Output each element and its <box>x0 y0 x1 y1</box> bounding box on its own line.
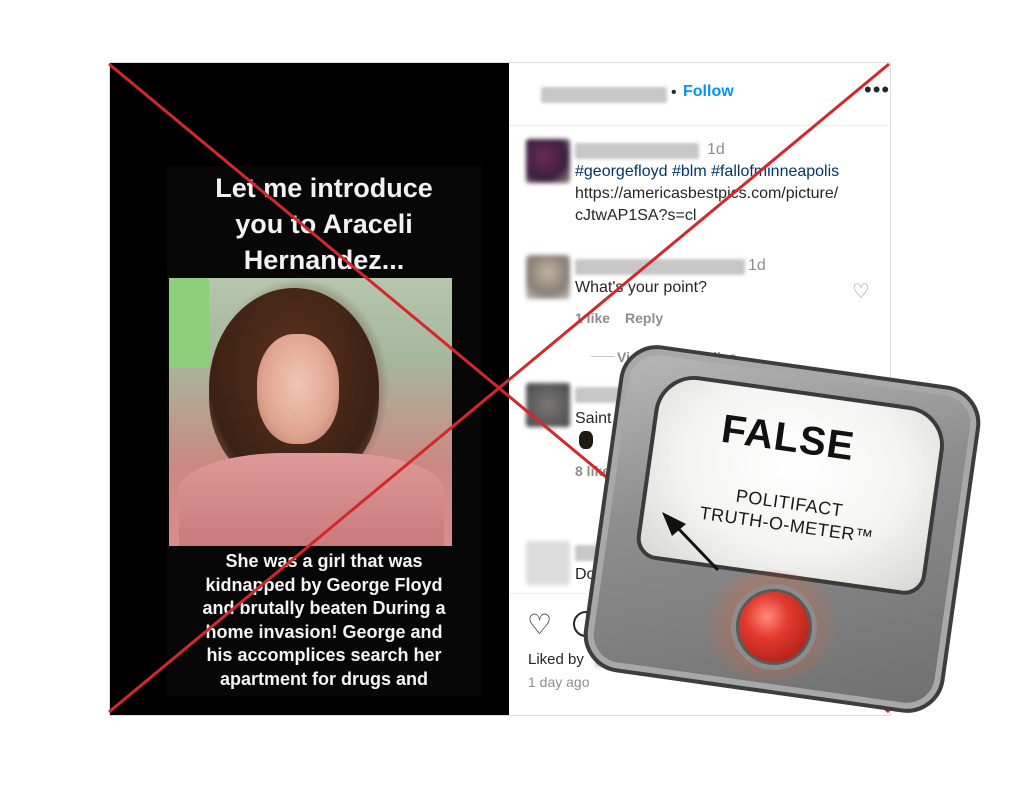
avatar[interactable] <box>526 541 570 585</box>
comment-likes[interactable]: 1 like <box>575 310 610 326</box>
story-caption: She was a girl that was kidnapped by Geo… <box>202 551 446 689</box>
photo-face <box>257 334 339 444</box>
story-photo <box>169 278 452 546</box>
comment-text: What's your point? <box>575 279 708 296</box>
follow-button[interactable]: Follow <box>683 83 734 101</box>
caption-link: https://americasbestpics.com/picture/ cJ… <box>575 185 839 224</box>
story-headline: Let me introduce you to Araceli Hernande… <box>215 173 433 275</box>
photo-background <box>169 278 209 368</box>
caption-text: #georgefloyd #blm #fallofminneapolis htt… <box>575 161 885 227</box>
heart-icon[interactable]: ♡ <box>527 611 552 639</box>
comment-time: 1d <box>748 257 766 274</box>
post-header: • Follow ••• <box>509 63 890 126</box>
liked-by-label: Liked by <box>528 651 584 668</box>
meter-red-button <box>736 589 812 665</box>
reply-button[interactable]: Reply <box>625 310 663 326</box>
avatar[interactable] <box>526 383 570 427</box>
story-image: Let me introduce you to Araceli Hernande… <box>167 166 481 696</box>
avatar[interactable] <box>526 255 570 299</box>
comment-time: 1d <box>707 141 725 158</box>
header-separator: • <box>671 84 677 101</box>
truth-o-meter: FALSE POLITIFACT TRUTH-O-METER™ <box>578 340 986 718</box>
replies-divider <box>591 356 615 357</box>
avatar[interactable] <box>526 139 570 183</box>
post-age: 1 day ago <box>528 674 590 690</box>
username-redacted[interactable] <box>541 87 667 103</box>
emoji-icon <box>579 431 593 449</box>
photo-shirt <box>179 453 444 546</box>
caption-hashtags[interactable]: #georgefloyd #blm #fallofminneapolis <box>575 163 839 180</box>
comment-like-heart-icon[interactable]: ♡ <box>852 279 870 304</box>
more-options-icon[interactable]: ••• <box>864 77 890 103</box>
post-media[interactable]: Let me introduce you to Araceli Hernande… <box>110 63 509 715</box>
commenter-name-redacted[interactable] <box>575 259 745 275</box>
commenter-name-redacted[interactable] <box>575 143 699 159</box>
